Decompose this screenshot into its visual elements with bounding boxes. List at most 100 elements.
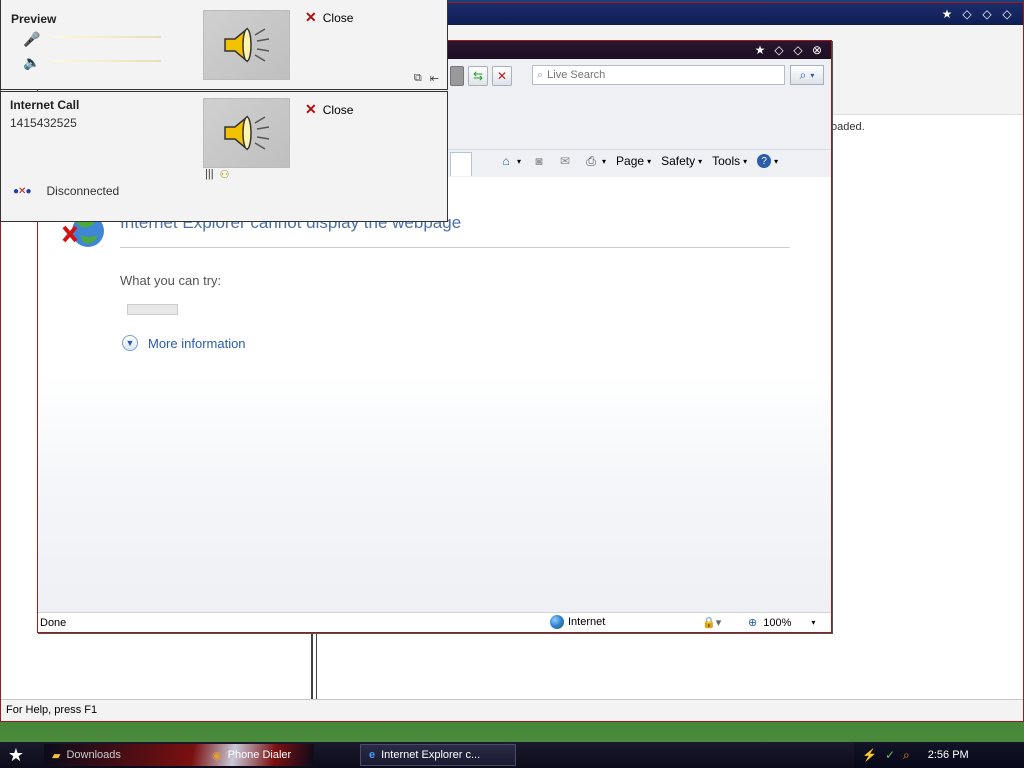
page-menu[interactable]: Page ▾ bbox=[616, 154, 651, 168]
protected-mode-icon[interactable]: 🔒▾ bbox=[702, 616, 721, 629]
zoom-level: 100% bbox=[763, 616, 792, 629]
speaker-icon[interactable]: 🔈 bbox=[23, 54, 40, 71]
page-menu-label: Page bbox=[616, 154, 645, 168]
speaker-volume-slider[interactable] bbox=[53, 60, 161, 62]
mail-icon: ✉ bbox=[559, 154, 571, 168]
call-status-text: Disconnected bbox=[46, 184, 120, 198]
security-zone-label: Internet bbox=[568, 616, 606, 628]
chevron-down-icon: ▾ bbox=[602, 156, 607, 166]
splitter[interactable] bbox=[311, 633, 317, 703]
diagnose-button[interactable] bbox=[127, 304, 178, 315]
safely-remove-icon[interactable]: ✓ bbox=[885, 748, 895, 762]
home-icon: ⌂ bbox=[502, 154, 510, 168]
search-input[interactable] bbox=[547, 69, 768, 81]
tab[interactable] bbox=[450, 152, 472, 176]
refresh-button[interactable]: ⇆ bbox=[468, 66, 488, 86]
star-icon[interactable]: ★ bbox=[752, 42, 768, 58]
close-icon: ✕ bbox=[305, 101, 317, 117]
preview-close-button[interactable]: ✕ Close bbox=[305, 9, 353, 26]
address-row: ⇆ ✕ bbox=[450, 65, 512, 87]
search-icon: ⌕ bbox=[537, 68, 544, 81]
call-close-button[interactable]: ✕ Close bbox=[305, 101, 353, 118]
command-bar: ⌂ ▾ ◙ ✉ ⎙ ▾ Page ▾ Safety ▾ Tools ▾ ? ▾ bbox=[498, 154, 778, 168]
maximize-button[interactable]: ◇ bbox=[790, 42, 806, 58]
taskbar-item-label: Internet Explorer c... bbox=[381, 749, 481, 761]
more-information-link[interactable]: ▼ More information bbox=[122, 335, 246, 351]
print-button[interactable]: ⎙ ▾ bbox=[583, 154, 606, 168]
stop-button[interactable]: ✕ bbox=[492, 66, 512, 86]
dock-icon[interactable]: ⇤ bbox=[430, 72, 439, 85]
close-icon: ✕ bbox=[305, 9, 317, 25]
phone-dialer-icon: ◉ bbox=[212, 749, 222, 762]
safety-menu[interactable]: Safety ▾ bbox=[661, 154, 702, 168]
network-icon[interactable]: ⚡ bbox=[862, 748, 877, 762]
start-button[interactable]: ★ bbox=[4, 745, 28, 765]
ie-status-bar: Done Internet 🔒▾ ⊕ 100% ▾ bbox=[38, 612, 831, 632]
clock[interactable]: 2:56 PM bbox=[928, 749, 969, 761]
help-icon: ? bbox=[757, 154, 772, 168]
microphone-volume-slider[interactable] bbox=[53, 36, 161, 38]
loudspeaker-icon bbox=[223, 115, 269, 151]
safety-menu-label: Safety bbox=[661, 154, 696, 168]
refresh-icon: ⇆ bbox=[472, 69, 484, 83]
preview-tools: ⧉ ⇤ bbox=[414, 72, 439, 85]
call-number: 1415432525 bbox=[10, 116, 77, 130]
taskbar-item-internet-explorer[interactable]: e Internet Explorer c... bbox=[360, 744, 516, 766]
close-label: Close bbox=[322, 10, 354, 25]
globe-icon bbox=[550, 615, 564, 629]
chevron-down-icon: ▾ bbox=[811, 618, 816, 627]
search-icon: ⌕ bbox=[799, 67, 807, 82]
system-tray: ⚡ ✓ ⌕ 2:56 PM bbox=[854, 742, 1024, 768]
tools-menu[interactable]: Tools ▾ bbox=[712, 154, 747, 168]
taskbar-item-label: Phone Dialer bbox=[227, 749, 292, 761]
chevron-down-icon: ▾ bbox=[647, 156, 652, 166]
chevron-down-icon: ▾ bbox=[698, 156, 703, 166]
mail-button[interactable]: ✉ bbox=[557, 154, 573, 168]
background-window-controls: ★ ◇ ◇ ◇ bbox=[939, 6, 1015, 22]
search-button[interactable]: ⌕ ▾ bbox=[790, 65, 824, 85]
security-zone[interactable]: Internet bbox=[550, 615, 605, 629]
status-text: Done bbox=[40, 617, 67, 629]
search-box[interactable]: ⌕ bbox=[532, 65, 785, 85]
background-status-bar: For Help, press F1 bbox=[1, 699, 1023, 721]
close-label: Close bbox=[322, 102, 354, 117]
home-button[interactable]: ⌂ ▾ bbox=[498, 154, 521, 168]
chevron-down-icon: ▼ bbox=[122, 335, 138, 351]
tools-menu-label: Tools bbox=[712, 154, 741, 168]
close-button[interactable]: ⊗ bbox=[809, 42, 825, 58]
help-menu[interactable]: ? ▾ bbox=[757, 154, 778, 168]
search-icon[interactable]: ⌕ bbox=[903, 748, 910, 763]
folder-icon: ▰ bbox=[52, 749, 61, 762]
maximize-button[interactable]: ◇ bbox=[979, 6, 995, 22]
call-status: ●✕● Disconnected bbox=[13, 184, 119, 198]
close-button[interactable]: ◇ bbox=[999, 6, 1015, 22]
zoom-control[interactable]: ⊕ 100% ▾ bbox=[748, 616, 816, 630]
minimize-button[interactable]: ◇ bbox=[959, 6, 975, 22]
print-icon: ⎙ bbox=[586, 153, 596, 168]
chevron-down-icon: ▾ bbox=[743, 156, 748, 166]
ie-icon: e bbox=[369, 749, 376, 761]
stop-icon: ✕ bbox=[496, 69, 508, 83]
zoom-icon: ⊕ bbox=[748, 617, 758, 629]
minimize-button[interactable]: ◇ bbox=[771, 42, 787, 58]
more-information-label: More information bbox=[148, 335, 246, 351]
microphone-icon[interactable]: 🎤 bbox=[23, 31, 40, 48]
background-loaded-text: oaded. bbox=[831, 121, 865, 133]
feeds-button[interactable]: ◙ bbox=[531, 154, 547, 168]
star-icon[interactable]: ★ bbox=[939, 6, 955, 22]
taskbar-item-phone-dialer[interactable]: ◉ Phone Dialer bbox=[204, 744, 299, 766]
ie-window-controls: ★ ◇ ◇ ⊗ bbox=[752, 42, 825, 58]
add-participant-icon[interactable]: ⚇ bbox=[220, 168, 230, 181]
detach-icon[interactable]: ⧉ bbox=[414, 72, 422, 85]
preview-panel: Preview 🎤 🔈 ✕ Close ⧉ ⇤ bbox=[0, 0, 448, 90]
page-icon[interactable] bbox=[450, 66, 464, 86]
call-tools: ||| ⚇ bbox=[205, 168, 229, 181]
dialpad-icon[interactable]: ||| bbox=[205, 168, 214, 181]
chevron-down-icon: ▾ bbox=[517, 156, 522, 166]
ie-content: Internet Explorer cannot display the web… bbox=[38, 177, 831, 614]
try-label: What you can try: bbox=[120, 273, 222, 288]
help-status-text: For Help, press F1 bbox=[6, 704, 98, 716]
preview-title: Preview bbox=[11, 12, 57, 26]
loudspeaker-icon bbox=[223, 27, 269, 63]
speaker-image bbox=[203, 98, 290, 168]
